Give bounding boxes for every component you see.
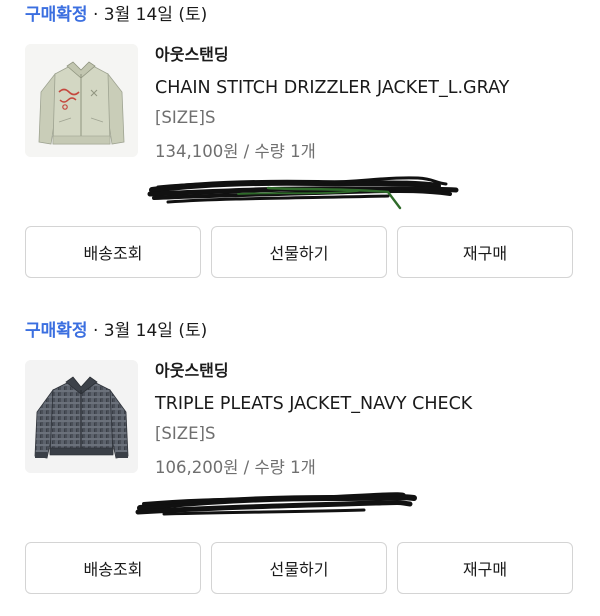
brand-name[interactable]: 아웃스탠딩 bbox=[155, 360, 229, 382]
product-name[interactable]: CHAIN STITCH DRIZZLER JACKET_L.GRAY bbox=[155, 76, 509, 100]
price-quantity: 106,200원 / 수량 1개 bbox=[155, 458, 316, 477]
gift-button[interactable]: 선물하기 bbox=[211, 542, 387, 594]
product-thumbnail[interactable] bbox=[25, 360, 138, 473]
product-size: [SIZE]S bbox=[155, 424, 216, 443]
rebuy-button[interactable]: 재구매 bbox=[397, 542, 573, 594]
track-delivery-button[interactable]: 배송조회 bbox=[25, 226, 201, 278]
order-date: 3월 14일 (토) bbox=[103, 5, 208, 25]
brand-name[interactable]: 아웃스탠딩 bbox=[155, 44, 229, 66]
order-status-badge: 구매확정 bbox=[25, 5, 88, 25]
product-thumbnail[interactable] bbox=[25, 44, 138, 157]
redaction-scribble bbox=[147, 176, 459, 210]
gift-button[interactable]: 선물하기 bbox=[211, 226, 387, 278]
separator-dot: · bbox=[92, 321, 99, 341]
product-size: [SIZE]S bbox=[155, 108, 216, 127]
navy-check-jacket-image bbox=[25, 360, 138, 473]
order-status-line: 구매확정 · 3월 14일 (토) bbox=[25, 319, 207, 343]
rebuy-button[interactable]: 재구매 bbox=[397, 226, 573, 278]
order-card: 구매확정 · 3월 14일 (토) 아웃스탠딩 CHAIN STITCH DRI… bbox=[0, 0, 600, 300]
separator-dot: · bbox=[92, 5, 99, 25]
order-status-badge: 구매확정 bbox=[25, 321, 88, 341]
order-status-line: 구매확정 · 3월 14일 (토) bbox=[25, 3, 207, 27]
track-delivery-button[interactable]: 배송조회 bbox=[25, 542, 201, 594]
order-date: 3월 14일 (토) bbox=[103, 321, 208, 341]
redaction-scribble bbox=[135, 492, 417, 516]
price-quantity: 134,100원 / 수량 1개 bbox=[155, 142, 316, 161]
product-name[interactable]: TRIPLE PLEATS JACKET_NAVY CHECK bbox=[155, 392, 472, 416]
light-gray-jacket-image bbox=[25, 44, 138, 157]
order-card: 구매확정 · 3월 14일 (토) 아웃스탠딩 TRIPLE PLEATS JA… bbox=[0, 316, 600, 616]
